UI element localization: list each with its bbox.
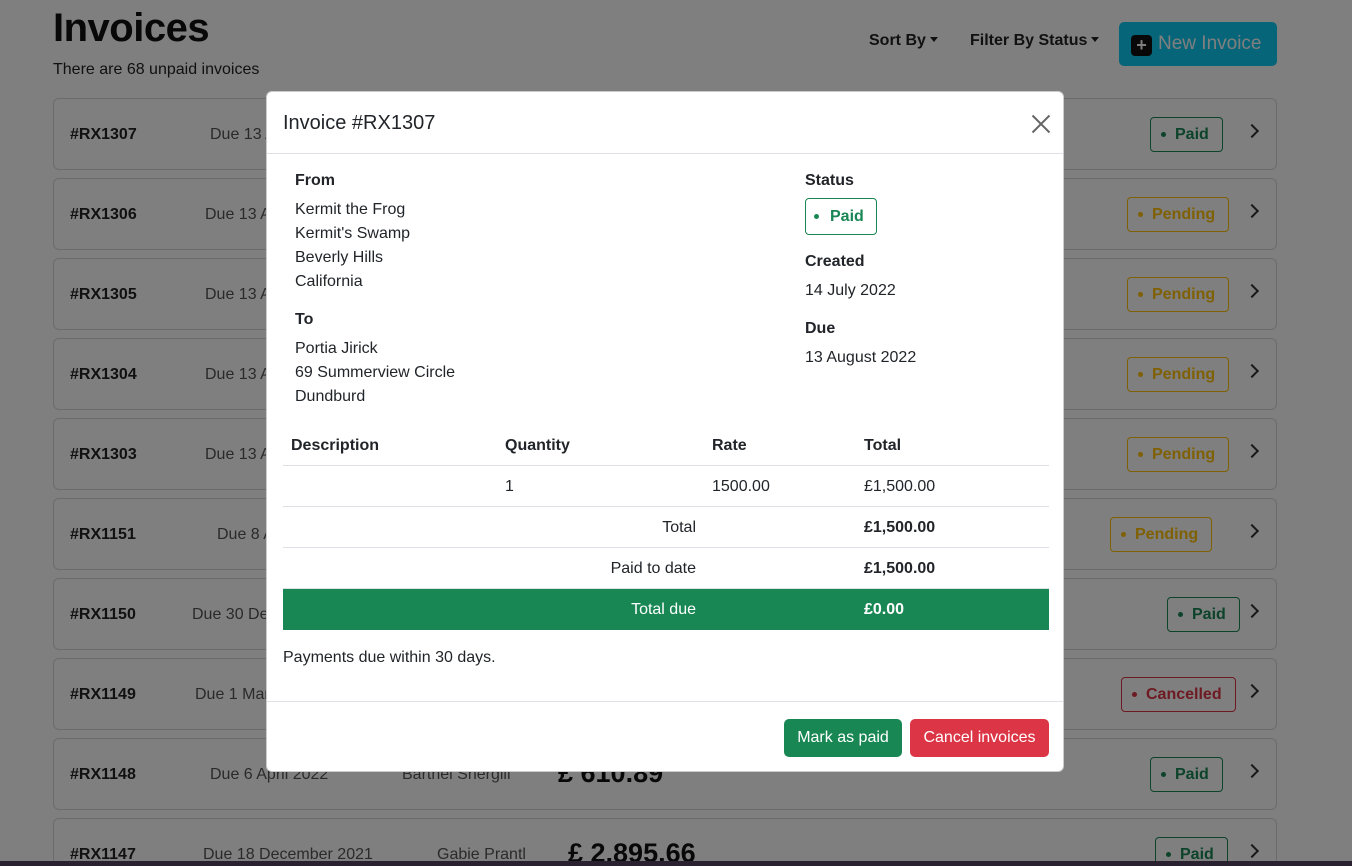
to-line: Portia Jirick — [295, 340, 378, 357]
column-header-quantity: Quantity — [505, 437, 570, 454]
status-badge: Paid — [805, 198, 877, 235]
invoice-modal: Invoice #RX1307 From Kermit the Frog Ker… — [266, 91, 1064, 772]
modal-title: Invoice #RX1307 — [283, 112, 436, 134]
summary-label: Total — [662, 519, 696, 536]
line-items-table: Description Quantity Rate Total 1 1500.0… — [283, 425, 1049, 630]
cancel-invoices-button[interactable]: Cancel invoices — [910, 719, 1049, 757]
cell-quantity: 1 — [505, 478, 514, 495]
payment-terms-note: Payments due within 30 days. — [283, 649, 496, 666]
column-header-total: Total — [864, 437, 902, 454]
due-label: Due — [805, 320, 836, 337]
summary-row-total-due: Total due £0.00 — [283, 589, 1049, 630]
status-label: Status — [805, 172, 854, 189]
to-line: Dundburd — [295, 388, 366, 405]
from-line: Kermit's Swamp — [295, 225, 411, 242]
created-value: 14 July 2022 — [805, 282, 896, 299]
summary-value: £1,500.00 — [864, 560, 936, 577]
status-value: Paid — [830, 207, 864, 225]
created-label: Created — [805, 253, 865, 270]
table-row: 1 1500.00 £1,500.00 — [283, 466, 1049, 507]
modal-header: Invoice #RX1307 — [267, 92, 1063, 154]
cell-rate: 1500.00 — [712, 478, 770, 495]
mark-as-paid-button[interactable]: Mark as paid — [784, 719, 902, 757]
window-edge — [0, 861, 1352, 866]
from-line: Kermit the Frog — [295, 201, 406, 218]
total-due-value: £0.00 — [864, 601, 905, 618]
modal-footer: Mark as paid Cancel invoices — [267, 701, 1063, 773]
summary-row-total: Total £1,500.00 — [283, 507, 1049, 548]
due-value: 13 August 2022 — [805, 349, 917, 366]
summary-value: £1,500.00 — [864, 519, 936, 536]
to-line: 69 Summerview Circle — [295, 364, 456, 381]
summary-row-paid-to-date: Paid to date £1,500.00 — [283, 548, 1049, 589]
from-line: California — [295, 273, 363, 290]
cell-total: £1,500.00 — [864, 478, 936, 495]
from-label: From — [295, 172, 335, 189]
to-label: To — [295, 311, 314, 328]
from-line: Beverly Hills — [295, 249, 384, 266]
column-header-rate: Rate — [712, 437, 747, 454]
summary-label: Paid to date — [610, 560, 696, 577]
close-icon[interactable] — [1031, 114, 1051, 134]
column-header-description: Description — [291, 437, 380, 454]
total-due-label: Total due — [631, 601, 696, 618]
status-dot-icon — [814, 214, 819, 219]
table-header-row: Description Quantity Rate Total — [283, 425, 1049, 466]
